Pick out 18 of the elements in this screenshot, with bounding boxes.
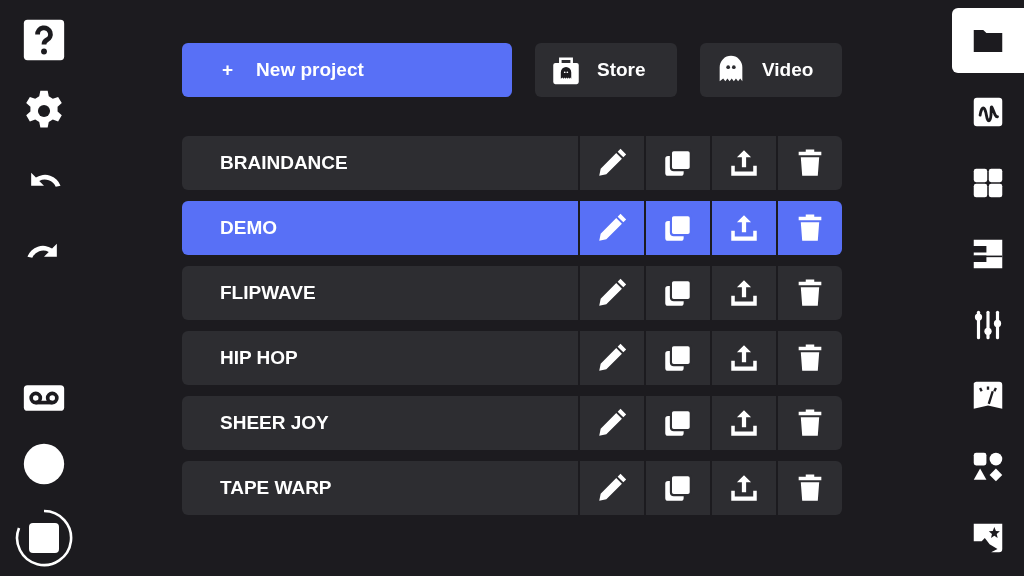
project-row[interactable]: TAPE WARP <box>182 461 842 515</box>
stop-icon[interactable] <box>14 508 74 568</box>
new-project-button[interactable]: + New project <box>182 43 512 97</box>
project-name: BRAINDANCE <box>219 150 349 175</box>
project-name: TAPE WARP <box>219 475 333 500</box>
record-icon[interactable] <box>22 442 66 486</box>
store-button[interactable]: Store <box>535 43 677 97</box>
project-row[interactable]: HIP HOP <box>182 331 842 385</box>
project-row[interactable]: FLIPWAVE <box>182 266 842 320</box>
project-name: HIP HOP <box>219 345 299 370</box>
help-icon[interactable] <box>22 18 66 62</box>
project-name: SHEER JOY <box>219 410 330 435</box>
project-row[interactable]: BRAINDANCE <box>182 136 842 190</box>
project-row[interactable]: SHEER JOY <box>182 396 842 450</box>
project-name: FLIPWAVE <box>219 280 317 305</box>
project-name: DEMO <box>219 215 278 240</box>
nav-tab[interactable] <box>952 8 1024 73</box>
video-button[interactable]: Video <box>700 43 842 97</box>
